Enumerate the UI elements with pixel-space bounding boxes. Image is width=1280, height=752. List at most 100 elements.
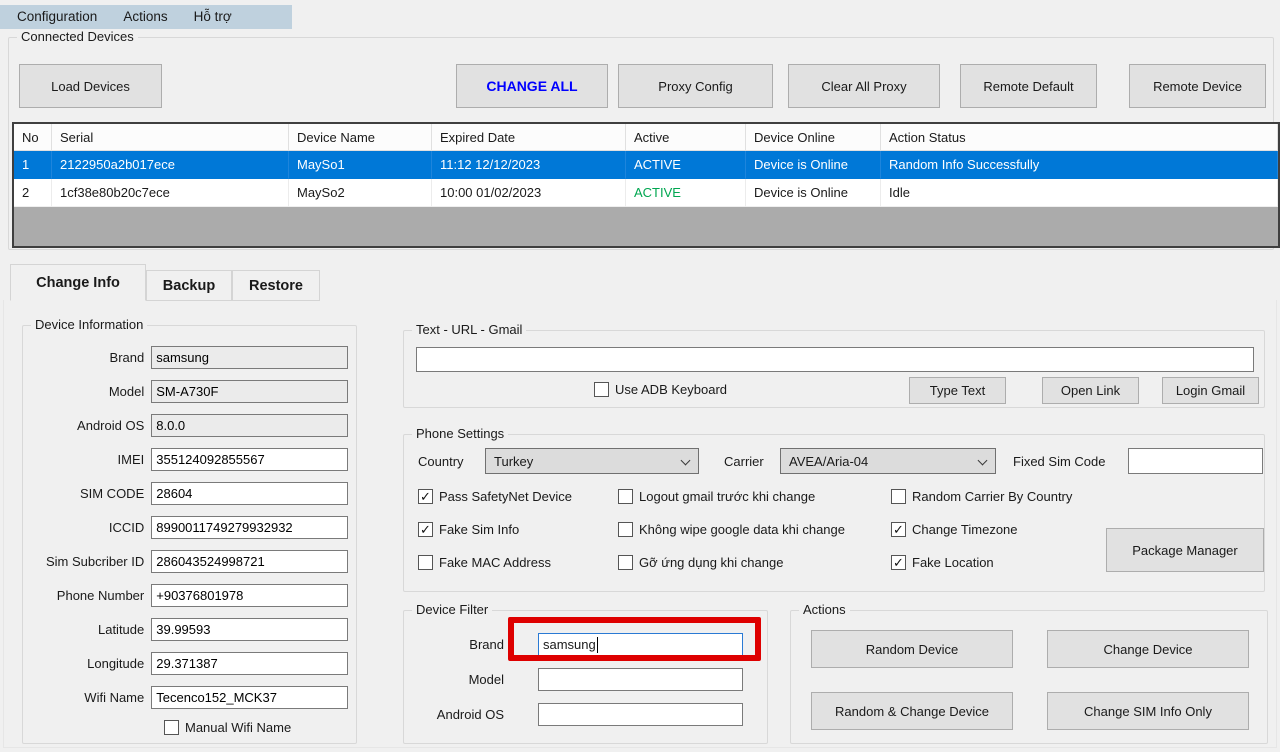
country-label: Country	[418, 454, 464, 469]
cell-device-name: MaySo1	[289, 151, 432, 179]
field-row-longitude: Longitude	[31, 652, 348, 675]
fake-location-checkbox[interactable]: Fake Location	[891, 555, 1072, 570]
brand-input[interactable]	[151, 346, 348, 369]
device-filter-title: Device Filter	[412, 602, 492, 617]
cell-action-status: Idle	[881, 179, 1278, 207]
column-header-no[interactable]: No	[14, 124, 52, 151]
longitude-input[interactable]	[151, 652, 348, 675]
tab-restore[interactable]: Restore	[232, 270, 320, 301]
menu-ho-tro[interactable]: Hỗ trợ	[181, 5, 245, 29]
checkbox-column-1: Pass SafetyNet Device Fake Sim Info Fake…	[418, 489, 572, 570]
checkbox[interactable]	[418, 489, 433, 504]
field-row-iccid: ICCID	[31, 516, 348, 539]
manual-wifi-name-label: Manual Wifi Name	[185, 720, 291, 735]
text-cursor	[597, 637, 598, 653]
phone-settings-title: Phone Settings	[412, 426, 508, 441]
checkbox[interactable]	[618, 555, 633, 570]
manual-wifi-name-checkbox[interactable]: Manual Wifi Name	[164, 720, 348, 735]
menu-configuration[interactable]: Configuration	[4, 5, 110, 29]
checkbox[interactable]	[891, 489, 906, 504]
model-input[interactable]	[151, 380, 348, 403]
logout-gmail-checkbox[interactable]: Logout gmail trước khi change	[618, 489, 845, 504]
text-url-gmail-group: Text - URL - Gmail Use ADB Keyboard Type…	[403, 330, 1265, 408]
sim-code-input[interactable]	[151, 482, 348, 505]
remote-device-button[interactable]: Remote Device	[1129, 64, 1266, 108]
tab-change-info[interactable]: Change Info	[10, 264, 146, 301]
table-row-1[interactable]: 1 2122950a2b017ece MaySo1 11:12 12/12/20…	[14, 151, 1278, 179]
checkbox[interactable]	[594, 382, 609, 397]
package-manager-button[interactable]: Package Manager	[1106, 528, 1264, 572]
use-adb-keyboard-checkbox[interactable]: Use ADB Keyboard	[594, 382, 727, 397]
checkbox[interactable]	[418, 555, 433, 570]
field-row-brand: Brand	[31, 346, 348, 369]
checkbox[interactable]	[418, 522, 433, 537]
khong-wipe-google-data-checkbox[interactable]: Không wipe google data khi change	[618, 522, 845, 537]
random-device-button[interactable]: Random Device	[811, 630, 1013, 668]
connected-devices-title: Connected Devices	[17, 29, 138, 44]
field-row-sim-code: SIM CODE	[31, 482, 348, 505]
checkbox[interactable]	[618, 489, 633, 504]
column-header-device-name[interactable]: Device Name	[289, 124, 432, 151]
random-carrier-checkbox[interactable]: Random Carrier By Country	[891, 489, 1072, 504]
field-row-wifi-name: Wifi Name	[31, 686, 348, 709]
change-timezone-checkbox[interactable]: Change Timezone	[891, 522, 1072, 537]
cell-device-online: Device is Online	[746, 179, 881, 207]
tab-backup[interactable]: Backup	[146, 270, 232, 301]
change-all-button[interactable]: CHANGE ALL	[456, 64, 608, 108]
load-devices-button[interactable]: Load Devices	[19, 64, 162, 108]
field-row-sim-subscriber-id: Sim Subcriber ID	[31, 550, 348, 573]
checkbox[interactable]	[164, 720, 179, 735]
sim-subscriber-id-input[interactable]	[151, 550, 348, 573]
change-sim-info-only-button[interactable]: Change SIM Info Only	[1047, 692, 1249, 730]
cell-no: 1	[14, 151, 52, 179]
type-text-button[interactable]: Type Text	[909, 377, 1006, 404]
proxy-config-button[interactable]: Proxy Config	[618, 64, 773, 108]
menu-actions[interactable]: Actions	[110, 5, 180, 29]
cell-device-online: Device is Online	[746, 151, 881, 179]
checkbox[interactable]	[891, 555, 906, 570]
remote-default-button[interactable]: Remote Default	[960, 64, 1097, 108]
field-row-imei: IMEI	[31, 448, 348, 471]
open-link-button[interactable]: Open Link	[1042, 377, 1139, 404]
field-row-android-os: Android OS	[31, 414, 348, 437]
filter-model-label: Model	[414, 672, 504, 687]
random-and-change-device-button[interactable]: Random & Change Device	[811, 692, 1013, 730]
checkbox[interactable]	[618, 522, 633, 537]
change-device-button[interactable]: Change Device	[1047, 630, 1249, 668]
random-carrier-label: Random Carrier By Country	[912, 489, 1072, 504]
fixed-sim-code-input[interactable]	[1128, 448, 1263, 474]
use-adb-keyboard-label: Use ADB Keyboard	[615, 382, 727, 397]
android-os-input[interactable]	[151, 414, 348, 437]
column-header-device-online[interactable]: Device Online	[746, 124, 881, 151]
iccid-input[interactable]	[151, 516, 348, 539]
filter-brand-input[interactable]: samsung	[538, 633, 743, 656]
carrier-dropdown[interactable]: AVEA/Aria-04	[780, 448, 996, 474]
column-header-serial[interactable]: Serial	[52, 124, 289, 151]
pass-safetynet-checkbox[interactable]: Pass SafetyNet Device	[418, 489, 572, 504]
wifi-name-input[interactable]	[151, 686, 348, 709]
filter-model-input[interactable]	[538, 668, 743, 691]
fake-sim-info-checkbox[interactable]: Fake Sim Info	[418, 522, 572, 537]
filter-android-os-input[interactable]	[538, 703, 743, 726]
field-row-latitude: Latitude	[31, 618, 348, 641]
phone-number-input[interactable]	[151, 584, 348, 607]
text-url-input[interactable]	[416, 347, 1254, 372]
latitude-input[interactable]	[151, 618, 348, 641]
fake-sim-info-label: Fake Sim Info	[439, 522, 519, 537]
table-row-2[interactable]: 2 1cf38e80b20c7ece MaySo2 10:00 01/02/20…	[14, 179, 1278, 207]
clear-all-proxy-button[interactable]: Clear All Proxy	[788, 64, 940, 108]
country-dropdown[interactable]: Turkey	[485, 448, 699, 474]
column-header-action-status[interactable]: Action Status	[881, 124, 1278, 151]
checkbox[interactable]	[891, 522, 906, 537]
column-header-expired-date[interactable]: Expired Date	[432, 124, 626, 151]
phone-settings-group: Phone Settings Country Turkey Carrier AV…	[403, 434, 1265, 592]
cell-expired-date: 10:00 01/02/2023	[432, 179, 626, 207]
imei-input[interactable]	[151, 448, 348, 471]
cell-active: ACTIVE	[626, 179, 746, 207]
brand-label: Brand	[31, 350, 144, 365]
chevron-down-icon	[978, 456, 988, 466]
column-header-active[interactable]: Active	[626, 124, 746, 151]
login-gmail-button[interactable]: Login Gmail	[1162, 377, 1259, 404]
go-ung-dung-checkbox[interactable]: Gỡ ứng dụng khi change	[618, 555, 845, 570]
fake-mac-address-checkbox[interactable]: Fake MAC Address	[418, 555, 572, 570]
